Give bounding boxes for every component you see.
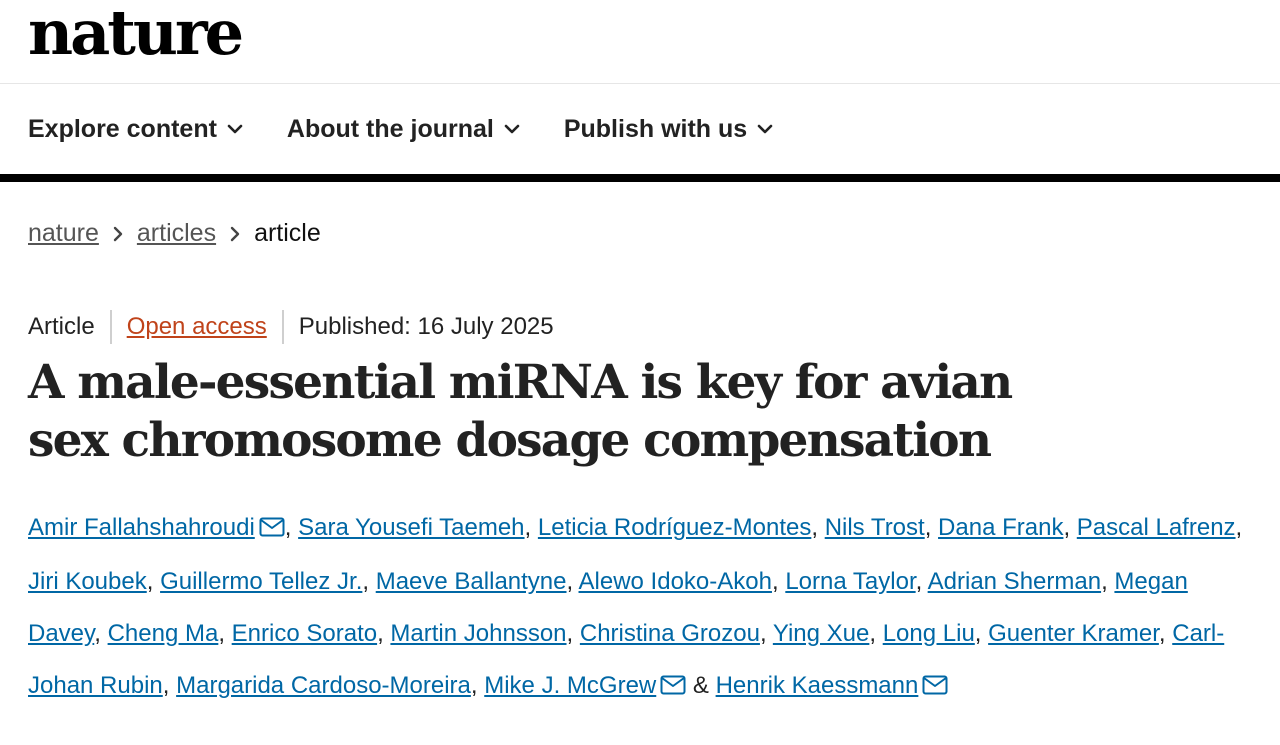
author-list: Amir Fallahshahroudi, Sara Yousefi Taeme… bbox=[0, 502, 1265, 714]
chevron-down-icon bbox=[227, 124, 243, 134]
author-link[interactable]: Guenter Kramer bbox=[988, 620, 1159, 647]
author-link[interactable]: Henrik Kaessmann bbox=[716, 672, 919, 699]
meta-divider bbox=[109, 310, 112, 344]
breadcrumb-link-articles[interactable]: articles bbox=[137, 219, 216, 248]
nav-explore-content[interactable]: Explore content bbox=[28, 115, 243, 144]
email-icon[interactable] bbox=[660, 662, 686, 714]
nav-label: Publish with us bbox=[563, 114, 748, 143]
meta-divider bbox=[281, 310, 284, 344]
author-link[interactable]: Nils Trost bbox=[825, 514, 925, 541]
open-access-link[interactable]: Open access bbox=[127, 313, 267, 341]
nav-about-journal[interactable]: About the journal bbox=[287, 115, 520, 144]
nav-publish-with-us[interactable]: Publish with us bbox=[564, 115, 773, 144]
breadcrumb: nature articles article bbox=[0, 219, 1280, 248]
author-link[interactable]: Sara Yousefi Taemeh bbox=[298, 514, 524, 541]
breadcrumb-link-nature[interactable]: nature bbox=[28, 219, 99, 248]
author-link[interactable]: Long Liu bbox=[883, 620, 975, 647]
author-link[interactable]: Lorna Taylor bbox=[785, 568, 915, 595]
author-link[interactable]: Maeve Ballantyne bbox=[376, 568, 567, 595]
nav-label: Explore content bbox=[28, 114, 217, 143]
author-link[interactable]: Guillermo Tellez Jr. bbox=[160, 568, 362, 595]
author-link[interactable]: Pascal Lafrenz bbox=[1077, 514, 1236, 541]
author-link[interactable]: Martin Johnsson bbox=[390, 620, 566, 647]
article-title: A male-essential miRNA is key for avian … bbox=[28, 355, 1013, 468]
nav-label: About the journal bbox=[286, 114, 494, 143]
author-link[interactable]: Dana Frank bbox=[938, 514, 1063, 541]
breadcrumb-current: article bbox=[254, 219, 321, 247]
author-link[interactable]: Adrian Sherman bbox=[928, 568, 1101, 595]
main-nav: Explore content About the journal Publis… bbox=[0, 84, 1280, 182]
site-header: nature bbox=[0, 0, 1280, 84]
chevron-right-icon bbox=[113, 226, 123, 242]
author-link[interactable]: Ying Xue bbox=[773, 620, 870, 647]
author-link[interactable]: Mike J. McGrew bbox=[484, 672, 656, 699]
chevron-down-icon bbox=[757, 124, 773, 134]
author-link[interactable]: Margarida Cardoso-Moreira bbox=[176, 672, 471, 699]
author-link[interactable]: Christina Grozou bbox=[580, 620, 760, 647]
author-link[interactable]: Enrico Sorato bbox=[232, 620, 377, 647]
author-link[interactable]: Jiri Koubek bbox=[28, 568, 147, 595]
email-icon[interactable] bbox=[922, 662, 948, 714]
article-meta: Article Open access Published: 16 July 2… bbox=[0, 310, 1280, 344]
author-link[interactable]: Leticia Rodríguez-Montes bbox=[538, 514, 811, 541]
email-icon[interactable] bbox=[259, 504, 285, 556]
nature-logo[interactable]: nature bbox=[28, 2, 244, 64]
chevron-right-icon bbox=[230, 226, 240, 242]
author-link[interactable]: Cheng Ma bbox=[108, 620, 219, 647]
published-date: Published: 16 July 2025 bbox=[298, 313, 554, 340]
author-link[interactable]: Amir Fallahshahroudi bbox=[28, 514, 255, 541]
article-type: Article bbox=[28, 313, 95, 340]
author-link[interactable]: Alewo Idoko-Akoh bbox=[579, 568, 772, 595]
chevron-down-icon bbox=[504, 124, 520, 134]
